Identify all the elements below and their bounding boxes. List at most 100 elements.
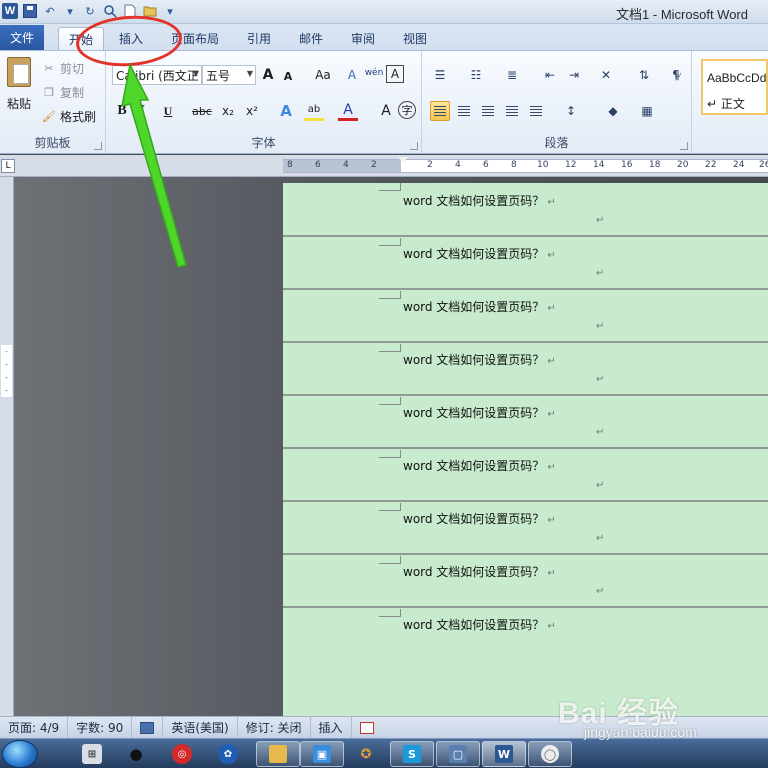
- pinyin-guide-icon[interactable]: wén: [364, 63, 384, 83]
- decrease-indent-icon[interactable]: ⇤: [540, 65, 560, 85]
- chinese-layout-icon[interactable]: ✕: [594, 65, 618, 85]
- redo-icon[interactable]: ↻: [82, 3, 98, 19]
- font-size-dropdown-icon: ▼: [246, 69, 253, 78]
- format-painter-button[interactable]: 🖌 格式刷: [42, 107, 96, 125]
- spell-check-icon[interactable]: [132, 716, 164, 739]
- change-case-icon[interactable]: Aa: [310, 65, 336, 85]
- status-language[interactable]: 英语(美国): [163, 716, 238, 739]
- paragraph-group: ☰ ☷ ≣ ⇤ ⇥ ✕ ⇅ ¶ ↕ ◆ ▦ 段落: [422, 51, 692, 154]
- start-button-icon[interactable]: [2, 740, 38, 768]
- tab-references[interactable]: 引用: [240, 27, 278, 50]
- enclose-char-icon[interactable]: 字: [398, 101, 416, 119]
- indent-marker-icon[interactable]: [398, 157, 408, 163]
- media-player-icon[interactable]: ✿: [218, 744, 238, 764]
- line-spacing-icon[interactable]: ↕: [558, 101, 584, 121]
- subscript-icon[interactable]: x₂: [218, 101, 238, 121]
- text-effects-icon[interactable]: A: [276, 101, 296, 121]
- macro-record-icon[interactable]: [352, 717, 382, 739]
- undo-dropdown-icon[interactable]: ▾: [62, 3, 78, 19]
- align-right-icon[interactable]: [478, 101, 498, 121]
- clear-format-icon[interactable]: A: [342, 65, 362, 85]
- status-insert-mode[interactable]: 插入: [311, 716, 352, 739]
- paste-button[interactable]: 粘贴: [4, 57, 34, 113]
- word-taskbar-icon: W: [495, 745, 513, 763]
- tab-mailings[interactable]: 邮件: [292, 27, 330, 50]
- body-line[interactable]: word 文档如何设置页码？ ↵: [403, 616, 556, 633]
- shrink-font-icon[interactable]: A: [278, 66, 298, 86]
- tab-review[interactable]: 审阅: [344, 27, 382, 50]
- paragraph-mark-icon: ↵: [547, 568, 556, 579]
- ruler-tick: 2: [427, 160, 433, 170]
- numbering-icon[interactable]: ☷: [464, 65, 488, 85]
- sort-icon[interactable]: ⇅: [634, 65, 654, 85]
- cut-button[interactable]: ✂ 剪切: [42, 59, 84, 77]
- body-line[interactable]: word 文档如何设置页码？ ↵: [403, 351, 556, 368]
- taskbar-photo-button[interactable]: ▣: [300, 741, 344, 767]
- align-center-icon[interactable]: [454, 101, 474, 121]
- body-line[interactable]: word 文档如何设置页码？ ↵: [403, 510, 556, 527]
- browser-icon[interactable]: ✪: [356, 744, 376, 764]
- body-line[interactable]: word 文档如何设置页码？ ↵: [403, 563, 556, 580]
- borders-icon[interactable]: ▦: [634, 101, 660, 121]
- font-color-icon[interactable]: A: [338, 101, 358, 121]
- netease-music-icon[interactable]: ◎: [172, 744, 192, 764]
- distributed-icon[interactable]: [526, 101, 546, 121]
- highlight-icon[interactable]: ab: [304, 101, 324, 121]
- body-line[interactable]: word 文档如何设置页码？ ↵: [403, 298, 556, 315]
- page-separator: [283, 288, 768, 290]
- word-logo-icon[interactable]: W: [2, 3, 18, 19]
- scissors-icon: ✂: [44, 61, 54, 75]
- document-page[interactable]: word 文档如何设置页码？ ↵ ↵ word 文档如何设置页码？ ↵ ↵ word…: [283, 183, 768, 716]
- save-icon[interactable]: [22, 3, 38, 19]
- char-border-icon[interactable]: A: [386, 65, 404, 83]
- taskbar-word-button[interactable]: W: [482, 741, 526, 767]
- ruler-tick: 10: [537, 160, 549, 170]
- body-line[interactable]: word 文档如何设置页码？ ↵: [403, 404, 556, 421]
- taskbar-window-button[interactable]: ▢: [436, 741, 480, 767]
- superscript-icon[interactable]: x²: [242, 101, 262, 121]
- paragraph-mark-icon: ↵: [596, 215, 605, 226]
- taskbar-misc-button[interactable]: ◯: [528, 741, 572, 767]
- shading-icon[interactable]: ◆: [600, 101, 626, 121]
- page-break-icon[interactable]: ⤶: [668, 65, 688, 85]
- body-line[interactable]: word 文档如何设置页码？ ↵: [403, 245, 556, 262]
- ruler-tick: 24: [733, 160, 745, 170]
- status-track-changes[interactable]: 修订: 关闭: [238, 716, 311, 739]
- paragraph-mark-icon: ↵: [596, 480, 605, 491]
- font-launcher-icon[interactable]: [410, 142, 418, 150]
- taskbar-explorer-button[interactable]: [256, 741, 300, 767]
- align-left-icon[interactable]: [430, 101, 450, 121]
- style-name-label: ↵ 正文: [707, 97, 745, 111]
- grow-font-icon[interactable]: A: [258, 65, 278, 85]
- increase-indent-icon[interactable]: ⇥: [564, 65, 584, 85]
- tab-file[interactable]: 文件: [0, 25, 44, 50]
- char-shading-icon[interactable]: A: [376, 101, 396, 121]
- body-line[interactable]: word 文档如何设置页码？ ↵: [403, 192, 556, 209]
- qq-icon[interactable]: ●: [126, 744, 146, 764]
- paragraph-mark-icon: ↵: [596, 321, 605, 332]
- body-line[interactable]: word 文档如何设置页码？ ↵: [403, 457, 556, 474]
- tab-selector-icon[interactable]: L: [1, 159, 15, 173]
- status-word-count[interactable]: 字数: 90: [68, 716, 133, 739]
- taskbar-app-button[interactable]: S: [390, 741, 434, 767]
- font-size-select[interactable]: 五号 ▼: [202, 65, 256, 85]
- status-page[interactable]: 页面: 4/9: [0, 716, 69, 739]
- calculator-icon[interactable]: ⊞: [82, 744, 102, 764]
- tab-view[interactable]: 视图: [396, 27, 434, 50]
- margin-corner-mark: [379, 183, 401, 191]
- copy-button[interactable]: ❐ 复制: [42, 83, 84, 101]
- app-s-icon: S: [403, 745, 421, 763]
- paragraph-launcher-icon[interactable]: [680, 142, 688, 150]
- bullets-icon[interactable]: ☰: [428, 65, 452, 85]
- format-painter-icon: 🖌: [42, 109, 56, 123]
- multilevel-list-icon[interactable]: ≣: [500, 65, 524, 85]
- style-normal[interactable]: AaBbCcDd ↵ 正文: [701, 59, 768, 115]
- ruler-tick: 22: [705, 160, 717, 170]
- clipboard-group: 粘贴 ✂ 剪切 ❐ 复制 🖌 格式刷 剪贴板: [0, 51, 106, 154]
- horizontal-ruler[interactable]: 8 6 4 2 2 4 6 8 10 12 14 16 18 20 22 24 …: [283, 157, 768, 173]
- vertical-ruler[interactable]: ----: [0, 177, 14, 716]
- customize-qat-icon[interactable]: ▾: [162, 3, 178, 19]
- justify-icon[interactable]: [502, 101, 522, 121]
- undo-icon[interactable]: ↶: [42, 3, 58, 19]
- ruler-tick: 16: [621, 160, 633, 170]
